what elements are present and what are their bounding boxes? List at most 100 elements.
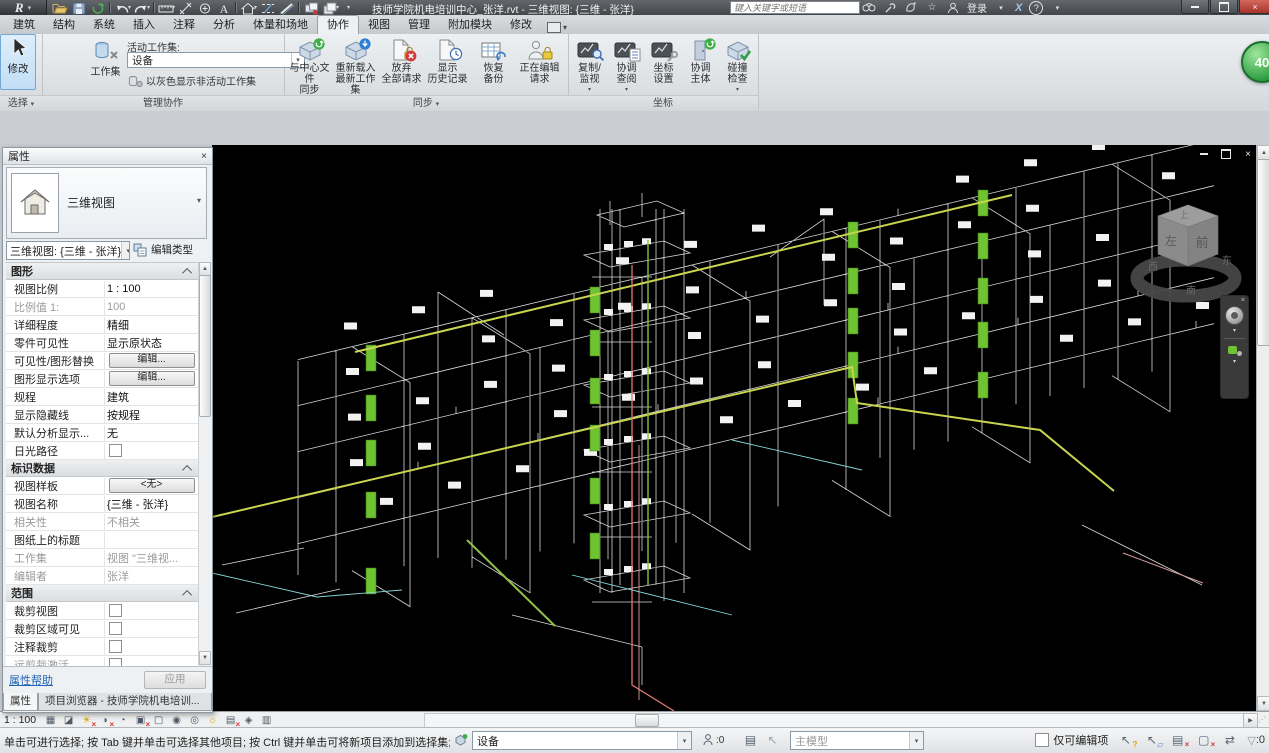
gray-inactive-worksets-toggle[interactable]: 以灰色显示非活动工作集 [127, 73, 256, 88]
property-value[interactable]: 无 [107, 425, 118, 441]
property-value[interactable]: 1 : 100 [107, 283, 141, 295]
signin-label[interactable]: 登录 [967, 0, 987, 15]
property-row[interactable]: 远剪裁激活 [6, 656, 198, 666]
vcb-shadows-off-button[interactable]: ◑× [97, 714, 112, 727]
vcb-reveal-hidden-button[interactable]: ☼ [205, 714, 220, 727]
relinquish-button[interactable]: 放弃全部请求 [379, 35, 424, 94]
property-row[interactable]: 日光路径 [6, 442, 198, 460]
viewcube-front-label[interactable]: 前 [1195, 235, 1208, 250]
editing-requests-icon[interactable] [700, 732, 717, 748]
qat-save-button[interactable] [69, 1, 88, 15]
editable-only-checkbox[interactable]: 仅可编辑项 [1035, 732, 1108, 748]
resize-grip-icon[interactable]: ⋰ [1258, 715, 1267, 724]
qat-switch-windows-button[interactable]: ▾ [321, 1, 340, 15]
apply-button[interactable]: 应用 [144, 671, 206, 689]
viewcube-left-label[interactable]: 左 [1165, 233, 1177, 248]
qat-section-button[interactable] [258, 1, 277, 15]
vcb-rendering-dialog-button[interactable]: ◔ [115, 714, 130, 727]
steering-wheel-icon[interactable] [1225, 306, 1244, 325]
property-value[interactable]: {三维 - 张洋} [107, 496, 168, 512]
vcb-sun-path-off-button[interactable]: ☀× [79, 714, 94, 727]
properties-scrollbar-thumb[interactable] [199, 275, 211, 417]
qat-default-3d-view-button[interactable]: ▾ [239, 1, 258, 15]
property-row[interactable]: 可见性/图形替换编辑... [6, 352, 198, 370]
vcb-temporary-hide-isolate-button[interactable]: ◎ [187, 714, 202, 727]
interference-check-button[interactable]: 碰撞检查▾ [719, 35, 756, 94]
viewcube-west-label[interactable]: 西 [1148, 262, 1158, 273]
property-row[interactable]: 工作集视图 "三维视... [6, 549, 198, 567]
type-selector[interactable]: 三维视图 ▾ [6, 167, 207, 239]
exchange-apps-icon[interactable]: X [1015, 2, 1022, 14]
properties-header[interactable]: 属性 × [3, 148, 212, 165]
qat-sync-button[interactable] [88, 1, 107, 15]
vcb-unlock-view-button[interactable]: ◉ [169, 714, 184, 727]
viewcube-top-label[interactable]: 上 [1179, 210, 1188, 220]
search-input[interactable] [730, 1, 860, 14]
viewcube-south-label[interactable]: 南 [1186, 284, 1196, 297]
properties-help-link[interactable]: 属性帮助 [9, 672, 53, 688]
workset-select[interactable]: 设备 ▾ [472, 731, 692, 750]
property-row[interactable]: 视图样板<无> [6, 477, 198, 495]
qat-text-button[interactable]: A [214, 1, 233, 15]
property-row[interactable]: 显示隐藏线按规程 [6, 406, 198, 424]
reload-latest-button[interactable]: 重新载入最新工作集 [333, 35, 378, 94]
worksharing-display-icon[interactable]: ▤ [742, 732, 759, 748]
scroll-down-icon[interactable]: ▼ [199, 651, 211, 665]
synchronize-panel-label[interactable]: 同步 ▾ [284, 95, 568, 111]
search-icon[interactable] [862, 1, 876, 14]
property-checkbox[interactable] [109, 444, 122, 457]
close-icon[interactable]: × [201, 151, 207, 162]
navbar-close-icon[interactable]: × [1241, 297, 1245, 304]
property-checkbox[interactable] [109, 640, 122, 653]
manage-collaboration-panel-label[interactable]: 管理协作 [42, 95, 284, 111]
property-value[interactable]: 张洋 [107, 568, 129, 584]
ribbon-tab-1[interactable]: 建筑 [4, 16, 44, 34]
ribbon-tab-10[interactable]: 管理 [399, 16, 439, 34]
drag-on-selection-toggle[interactable]: ⇄ [1221, 733, 1238, 748]
horizontal-scrollbar[interactable] [424, 713, 1244, 728]
view-restore-icon[interactable] [1219, 148, 1233, 160]
ribbon-tab-7[interactable]: 体量和场地 [244, 16, 317, 34]
modify-button[interactable]: 修改 [0, 34, 36, 90]
coordination-settings-button[interactable]: 坐标设置 [645, 35, 682, 94]
instance-selector[interactable]: 三维视图: {三维 - 张洋} ▾ [6, 241, 130, 260]
property-value[interactable]: 精细 [107, 317, 129, 333]
select-by-face-toggle[interactable]: ▢× [1195, 733, 1212, 748]
ribbon-tab-3[interactable]: 系统 [84, 16, 124, 34]
property-checkbox[interactable] [109, 604, 122, 617]
copy-monitor-button[interactable]: 复制/监视▾ [571, 35, 608, 94]
vcb-detail-level-button[interactable]: ▦ [43, 714, 58, 727]
vcb-highlight-displacement-off-button[interactable]: ▥ [259, 714, 274, 727]
view-scale-button[interactable]: 1 : 100 [4, 714, 36, 726]
property-row[interactable]: 比例值 1:100 [6, 298, 198, 316]
property-row[interactable]: 零件可见性显示原状态 [6, 334, 198, 352]
vcb-show-crop-off-button[interactable]: ▢ [151, 714, 166, 727]
ribbon-tab-2[interactable]: 结构 [44, 16, 84, 34]
property-row[interactable]: 视图比例1 : 100 [6, 280, 198, 298]
coordinate-panel-label[interactable]: 坐标 [568, 95, 758, 111]
property-row[interactable]: 编辑者张洋 [6, 567, 198, 585]
ribbon-tab-12[interactable]: 修改 [501, 16, 541, 34]
qat-close-hidden-windows-button[interactable] [302, 1, 321, 15]
signin-user-icon[interactable] [946, 1, 960, 14]
coordination-review-button[interactable]: 协调查阅▾ [608, 35, 645, 94]
restore-backup-button[interactable]: 恢复备份 [471, 35, 516, 94]
vertical-scrollbar[interactable]: ▲ ▼ [1256, 145, 1269, 711]
property-value[interactable]: 不相关 [107, 514, 140, 530]
tab-project-browser[interactable]: 项目浏览器 - 技师学院机电培训... [38, 693, 212, 711]
property-row[interactable]: 视图名称{三维 - 张洋} [6, 495, 198, 513]
chevron-down-icon[interactable]: ▾ [1233, 327, 1236, 334]
property-checkbox[interactable] [109, 622, 122, 635]
drawing-area[interactable]: × 西 南 东 上 左 前 × ▾ ▾ [212, 145, 1256, 711]
edit-type-button[interactable]: 编辑类型 [133, 241, 209, 258]
property-row[interactable]: 裁剪区域可见 [6, 620, 198, 638]
qat-tag-button[interactable] [195, 1, 214, 15]
properties-scrollbar[interactable]: ▲ ▼ [198, 262, 210, 665]
vcb-crop-view-off-button[interactable]: ▣× [133, 714, 148, 727]
view-cube[interactable]: 西 南 东 上 左 前 [1130, 190, 1242, 308]
subscription-icon[interactable] [883, 1, 897, 14]
property-checkbox[interactable] [109, 658, 122, 666]
horizontal-scrollbar-thumb[interactable] [635, 714, 659, 727]
select-panel-label[interactable]: 选择 ▾ [0, 95, 42, 111]
property-group-header[interactable]: 范围 [6, 585, 198, 602]
